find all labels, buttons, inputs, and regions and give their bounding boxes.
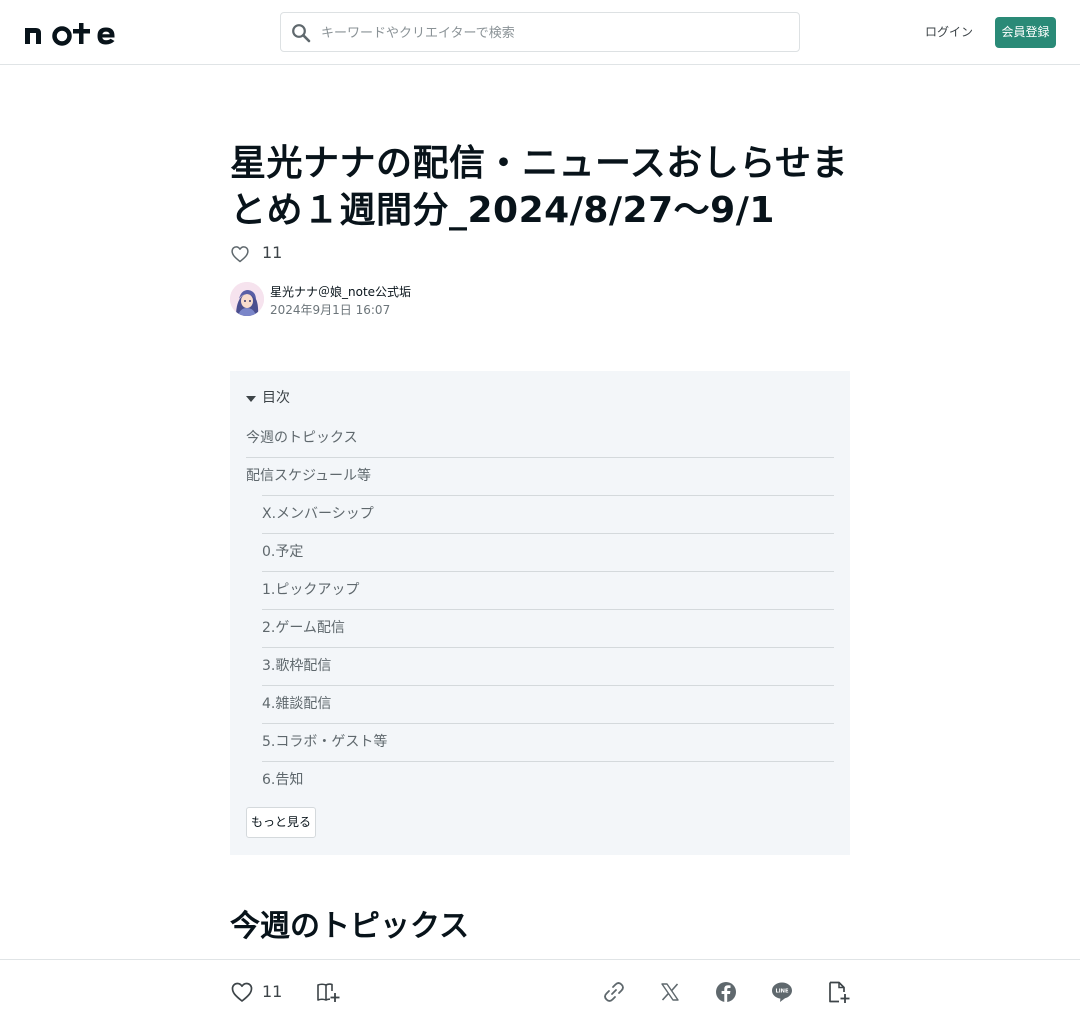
toc-item[interactable]: 2.ゲーム配信 [262, 609, 834, 647]
x-icon[interactable] [658, 980, 682, 1004]
toc-heading: 目次 [262, 390, 290, 406]
toc-item[interactable]: 5.コラボ・ゲスト等 [262, 723, 834, 761]
site-header: ログイン 会員登録 [0, 0, 1080, 65]
table-of-contents: 目次 今週のトピックス 配信スケジュール等 X.メンバーシップ 0.予定 1.ピ… [230, 371, 850, 855]
toc-item[interactable]: 0.予定 [262, 533, 834, 571]
facebook-icon[interactable] [714, 980, 738, 1004]
save-note-icon[interactable] [826, 980, 850, 1004]
bottom-action-bar: 11 LINE [0, 959, 1080, 1024]
toc-show-more-button[interactable]: もっと見る [246, 807, 316, 838]
toc-item[interactable]: 今週のトピックス [246, 420, 834, 457]
author-info[interactable]: 星光ナナ＠娘_note公式垢 2024年9月1日 16:07 [230, 282, 630, 318]
like-count: 11 [262, 982, 283, 1001]
caret-down-icon [246, 396, 256, 402]
toc-item[interactable]: 4.雑談配信 [262, 685, 834, 723]
toc-list: 今週のトピックス 配信スケジュール等 X.メンバーシップ 0.予定 1.ピックア… [246, 420, 834, 799]
toc-item[interactable]: X.メンバーシップ [262, 495, 834, 533]
line-icon[interactable]: LINE [770, 980, 794, 1004]
svg-text:LINE: LINE [775, 989, 789, 995]
author-name[interactable]: 星光ナナ＠娘_note公式垢 [270, 285, 411, 300]
avatar[interactable] [230, 282, 264, 316]
toc-item[interactable]: 6.告知 [262, 761, 834, 799]
toc-item[interactable]: 1.ピックアップ [262, 571, 834, 609]
heart-icon[interactable] [230, 980, 254, 1004]
toc-item[interactable]: 3.歌枠配信 [262, 647, 834, 685]
magazine-add-icon[interactable] [316, 980, 340, 1004]
search-icon [291, 23, 311, 43]
signup-button[interactable]: 会員登録 [995, 17, 1056, 48]
publish-date: 2024年9月1日 16:07 [270, 303, 391, 317]
login-button[interactable]: ログイン [922, 17, 976, 47]
section-heading: 今週のトピックス [230, 909, 470, 944]
article-title: 星光ナナの配信・ニュースおしらせまとめ１週間分_2024/8/27～9/1 [230, 143, 848, 231]
like-count: 11 [262, 243, 283, 262]
link-icon[interactable] [602, 980, 626, 1004]
search-box[interactable] [280, 12, 800, 52]
toc-item[interactable]: 配信スケジュール等 [246, 457, 834, 495]
note-logo[interactable] [24, 18, 124, 46]
search-input[interactable] [321, 21, 791, 45]
heart-icon[interactable] [230, 244, 250, 264]
